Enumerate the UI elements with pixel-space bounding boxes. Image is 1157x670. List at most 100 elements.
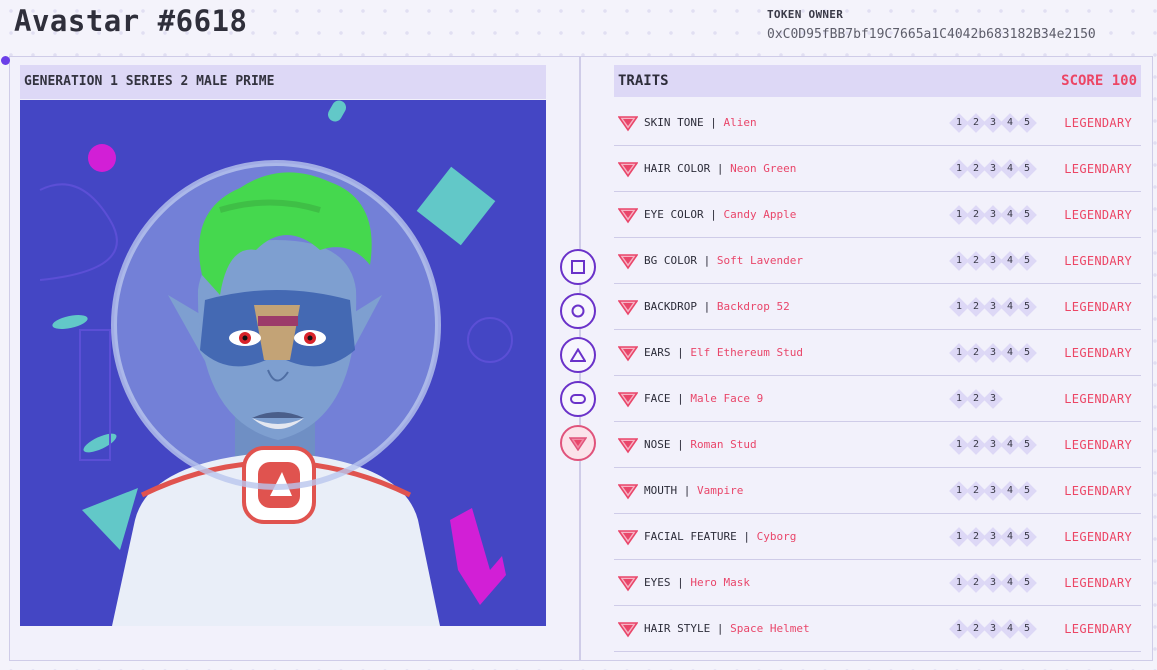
gem-icon (618, 346, 638, 362)
trait-rarity: LEGENDARY (1064, 299, 1132, 314)
series-pips: 12345 (948, 112, 1038, 134)
trait-row[interactable]: MOUTH | Vampire 1 2 3 4 5 LEGENDARY (614, 468, 1141, 514)
series-pip: 5 (1016, 526, 1038, 548)
series-pips: 12345 (948, 296, 1038, 318)
trait-row[interactable]: BG COLOR | Soft Lavender 1 2 3 4 5 LEGENDARY (614, 238, 1141, 284)
series-pips: 12345 (948, 480, 1038, 502)
pill-view-button[interactable] (560, 381, 596, 417)
trait-rarity: LEGENDARY (1064, 575, 1132, 590)
traits-title: TRAITS (618, 73, 669, 89)
trait-value: Vampire (697, 484, 744, 497)
trait-value: Male Face 9 (690, 392, 764, 405)
trait-row[interactable]: BACKDROP | Backdrop 52 1 2 3 4 5 LEGENDARY (614, 284, 1141, 330)
trait-name: FACE | Male Face 9 (644, 392, 763, 405)
trait-value: Candy Apple (723, 208, 797, 221)
series-pip: 5 (1016, 572, 1038, 594)
series-number: 5 (1023, 577, 1031, 588)
trait-row[interactable]: HAIR STYLE | Space Helmet 1 2 3 4 5 LEGENDARY (614, 606, 1141, 652)
trait-rarity: LEGENDARY (1064, 253, 1132, 268)
trait-rarity: LEGENDARY (1064, 115, 1132, 130)
trait-row[interactable]: SKIN TONE | Alien 1 2 3 4 5 LEGENDARY (614, 100, 1141, 146)
trait-name: EARS | Elf Ethereum Stud (644, 346, 803, 359)
trait-separator: | (670, 346, 691, 359)
trait-label: HAIR COLOR (644, 162, 711, 175)
trait-rarity: LEGENDARY (1064, 621, 1132, 636)
trait-value: Elf Ethereum Stud (690, 346, 803, 359)
series-pip: 5 (1016, 434, 1038, 456)
trait-separator: | (670, 438, 691, 451)
trait-label: HAIR STYLE (644, 622, 711, 635)
series-number: 5 (1023, 117, 1031, 128)
avatar-image (20, 100, 546, 626)
trait-row[interactable]: NOSE | Roman Stud 1 2 3 4 5 LEGENDARY (614, 422, 1141, 468)
trait-separator: | (670, 576, 691, 589)
page-title: Avastar #6618 (14, 4, 248, 38)
traits-score: SCORE 100 (1061, 73, 1137, 89)
trait-separator: | (670, 392, 691, 405)
trait-value: Backdrop 52 (716, 300, 790, 313)
trait-row[interactable]: EARS | Elf Ethereum Stud 1 2 3 4 5 LEGENDARY (614, 330, 1141, 376)
trait-label: EYE COLOR (644, 208, 704, 221)
gem-icon (569, 437, 587, 451)
trait-rarity: LEGENDARY (1064, 345, 1132, 360)
trait-label: FACE (644, 392, 671, 405)
trait-name: EYES | Hero Mask (644, 576, 750, 589)
trait-row[interactable]: HAIR COLOR | Neon Green 1 2 3 4 5 LEGENDARY (614, 146, 1141, 192)
trait-row[interactable]: FACIAL FEATURE | Cyborg 1 2 3 4 5 LEGENDARY (614, 514, 1141, 560)
trait-name: FACIAL FEATURE | Cyborg (644, 530, 796, 543)
series-number: 5 (1023, 531, 1031, 542)
gem-icon (618, 576, 638, 592)
trait-name: HAIR COLOR | Neon Green (644, 162, 796, 175)
series-number: 5 (1023, 255, 1031, 266)
trait-rarity: LEGENDARY (1064, 391, 1132, 406)
series-pip: 5 (1016, 112, 1038, 134)
trait-row[interactable]: EYES | Hero Mask 1 2 3 4 5 LEGENDARY (614, 560, 1141, 606)
circle-view-button[interactable] (560, 293, 596, 329)
square-view-button[interactable] (560, 249, 596, 285)
trait-name: MOUTH | Vampire (644, 484, 743, 497)
series-number: 5 (1023, 485, 1031, 496)
series-number: 5 (1023, 209, 1031, 220)
token-owner-address[interactable]: 0xC0D95fBB7bf19C7665a1C4042b683182B34e21… (767, 27, 1096, 42)
trait-value: Space Helmet (730, 622, 810, 635)
trait-label: FACIAL FEATURE (644, 530, 737, 543)
gem-view-button[interactable] (560, 425, 596, 461)
series-pip: 5 (1016, 204, 1038, 226)
series-pip: 5 (1016, 480, 1038, 502)
trait-value: Neon Green (730, 162, 797, 175)
series-pips: 12345 (948, 526, 1038, 548)
series-number: 5 (1023, 439, 1031, 450)
trait-name: SKIN TONE | Alien (644, 116, 757, 129)
series-pip: 5 (1016, 158, 1038, 180)
series-pip: 5 (1016, 618, 1038, 640)
trait-name: BG COLOR | Soft Lavender (644, 254, 803, 267)
series-number: 5 (1023, 347, 1031, 358)
trait-label: MOUTH (644, 484, 678, 497)
gem-icon (618, 300, 638, 316)
trait-list: SKIN TONE | Alien 1 2 3 4 5 LEGENDARY HAIR COLO… (614, 100, 1141, 652)
trait-row[interactable]: EYE COLOR | Candy Apple 1 2 3 4 5 LEGENDARY (614, 192, 1141, 238)
trait-row[interactable]: FACE | Male Face 9 1 2 3 LEGENDARY (614, 376, 1141, 422)
square-icon (571, 260, 585, 274)
trait-value: Roman Stud (690, 438, 757, 451)
trait-rarity: LEGENDARY (1064, 483, 1132, 498)
triangle-icon (570, 348, 586, 362)
trait-label: BG COLOR (644, 254, 697, 267)
series-pips: 12345 (948, 158, 1038, 180)
gem-icon (618, 116, 638, 132)
generation-header: GENERATION 1 SERIES 2 MALE PRIME (20, 65, 546, 99)
triangle-view-button[interactable] (560, 337, 596, 373)
trait-value: Soft Lavender (716, 254, 803, 267)
gem-icon (618, 530, 638, 546)
series-number: 5 (1023, 163, 1031, 174)
trait-value: Cyborg (756, 530, 797, 543)
trait-label: BACKDROP (644, 300, 697, 313)
circle-icon (571, 304, 585, 318)
trait-separator: | (710, 162, 731, 175)
trait-rarity: LEGENDARY (1064, 161, 1132, 176)
gem-icon (618, 484, 638, 500)
trait-name: EYE COLOR | Candy Apple (644, 208, 796, 221)
trait-separator: | (703, 208, 724, 221)
gem-icon (618, 438, 638, 454)
trait-value: Alien (723, 116, 757, 129)
